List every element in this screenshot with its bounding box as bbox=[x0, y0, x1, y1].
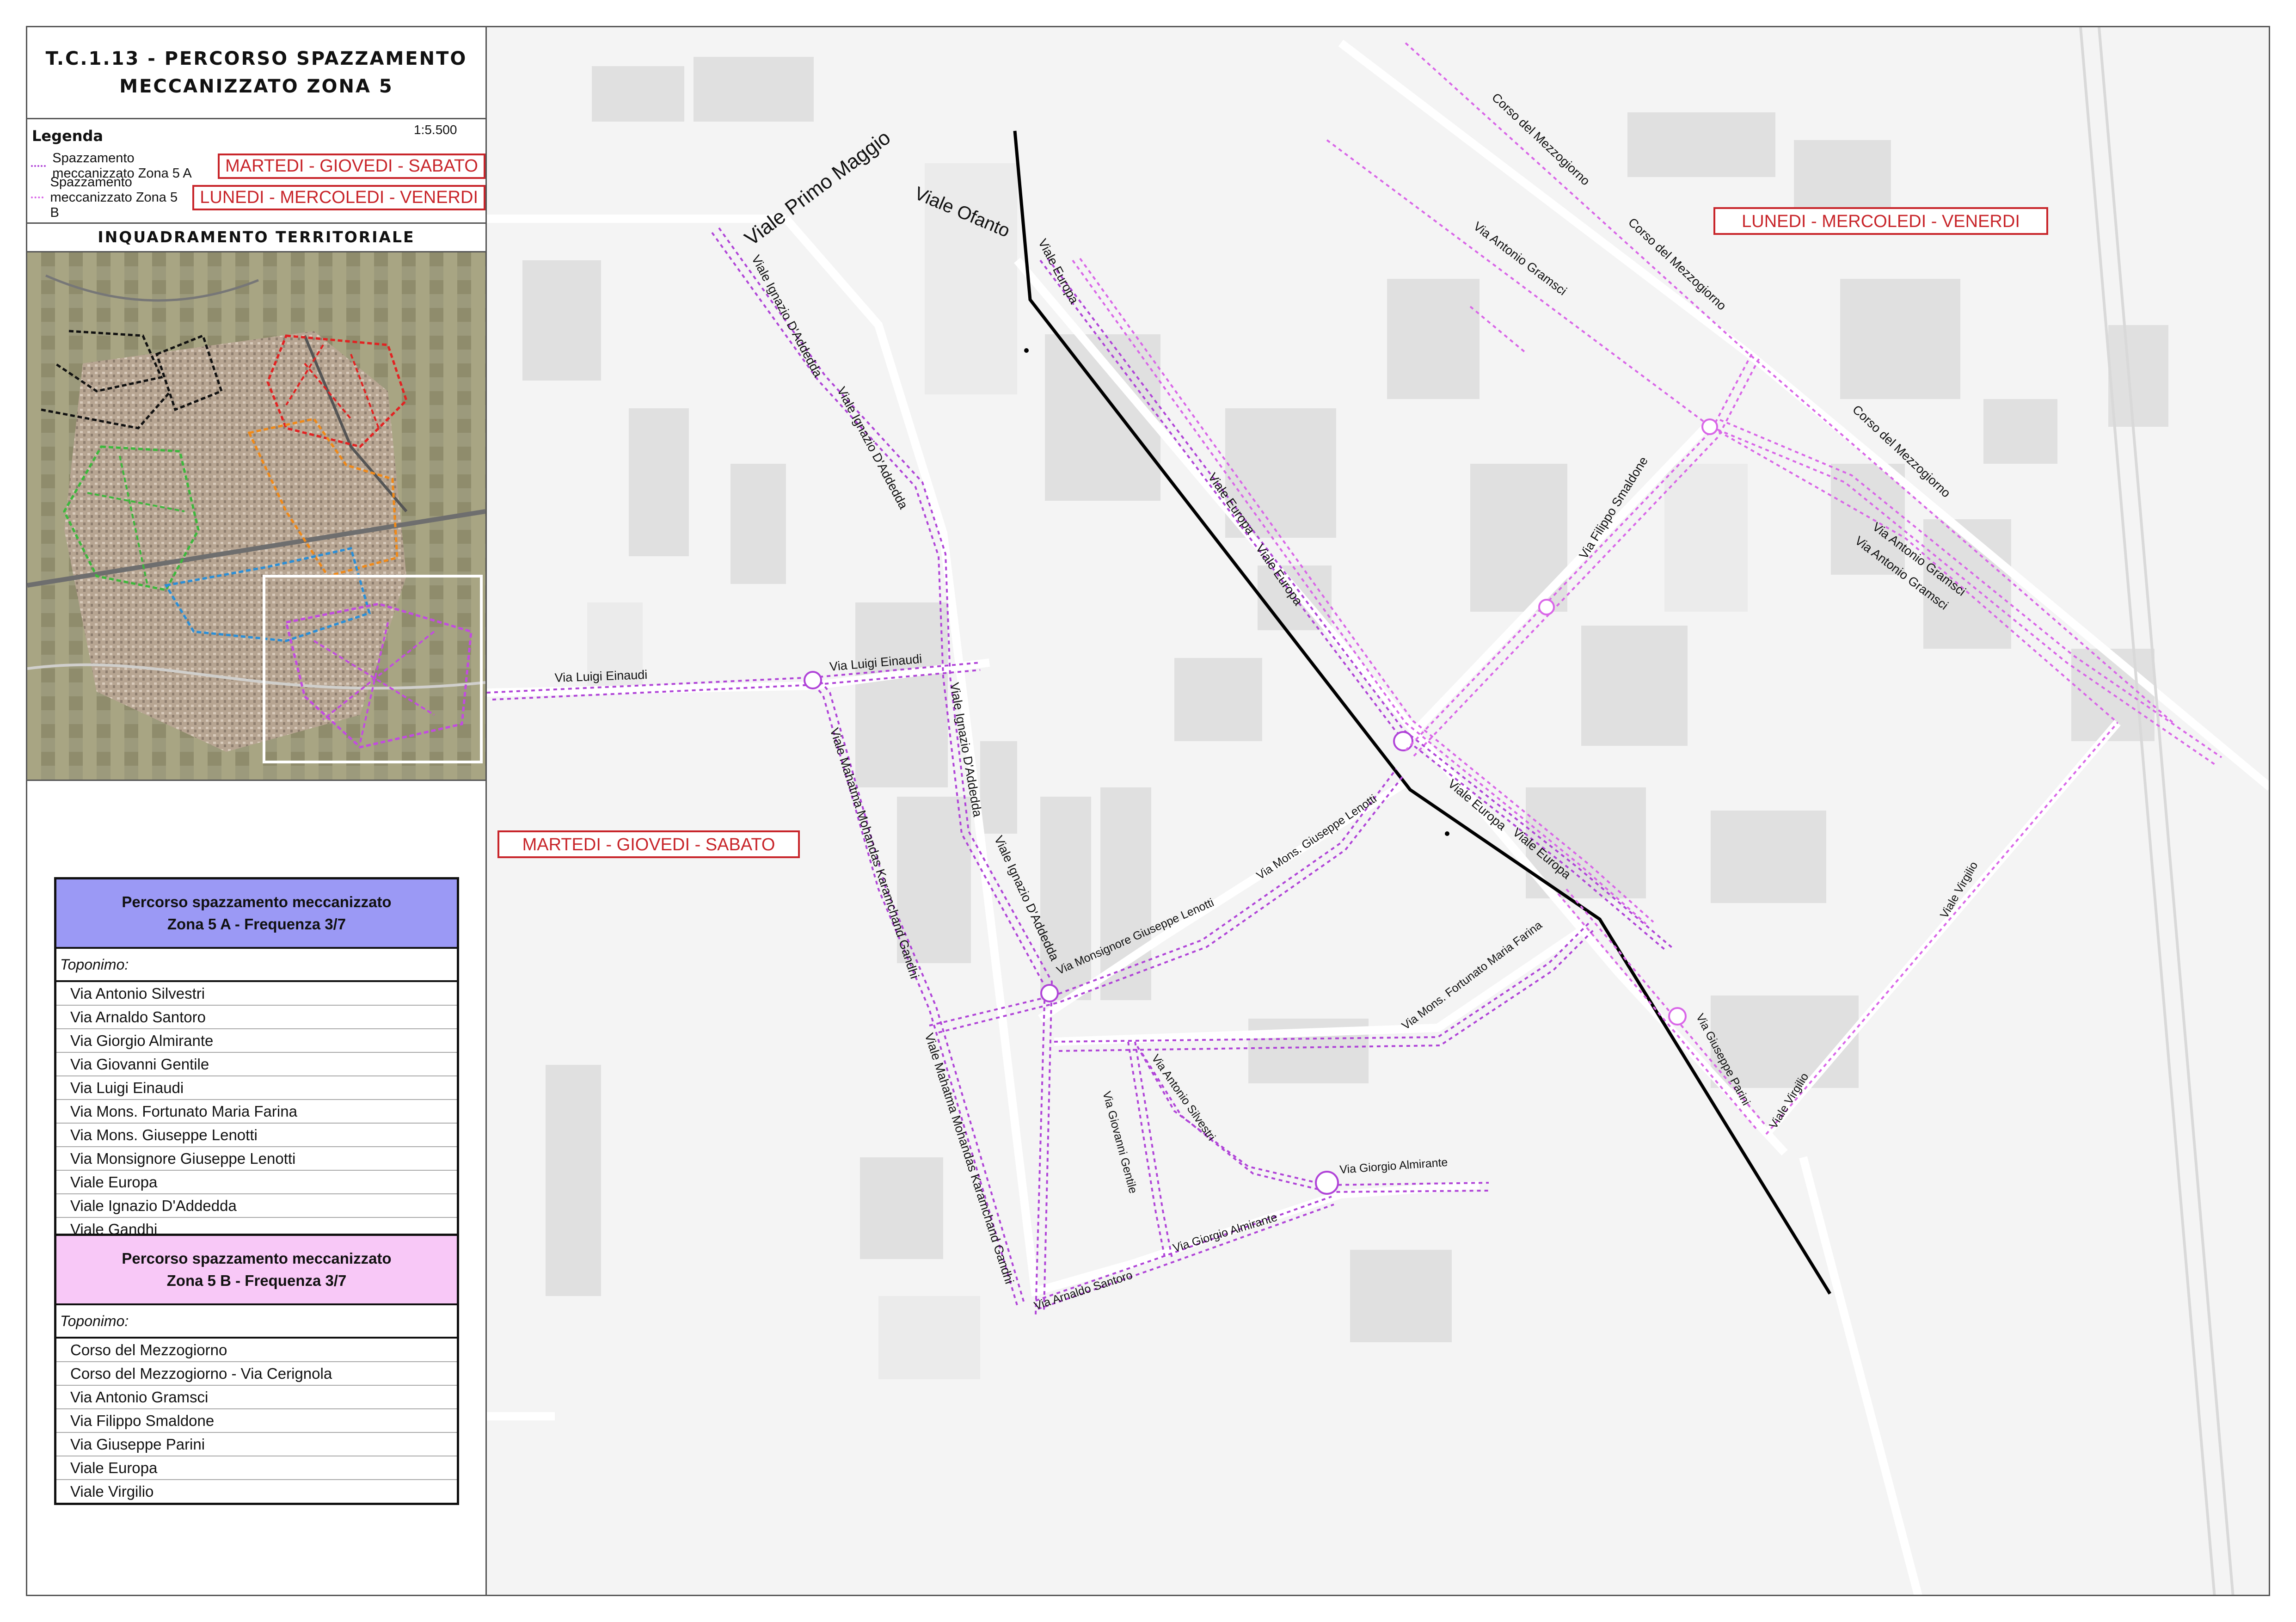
table-row: Viale Europa bbox=[56, 1456, 457, 1480]
table-row: Via Mons. Fortunato Maria Farina bbox=[56, 1100, 457, 1124]
route-table-zone-b-header: Percorso spazzamento meccanizzato Zona 5… bbox=[56, 1236, 457, 1305]
label-corso-mezzogiorno-1: Corso del Mezzogiorno bbox=[1489, 90, 1593, 188]
table-row: Via Luigi Einaudi bbox=[56, 1076, 457, 1100]
table-row: Via Giovanni Gentile bbox=[56, 1053, 457, 1076]
inquadramento-title: INQUADRAMENTO TERRITORIALE bbox=[27, 222, 485, 252]
label-via-silvestri: Via Antonio Silvestri bbox=[1149, 1052, 1218, 1143]
route-table-zone-b-heading1: Percorso spazzamento meccanizzato bbox=[122, 1250, 392, 1267]
label-via-almirante-2: Via Giorgio Almirante bbox=[1172, 1210, 1279, 1254]
building-blocks bbox=[522, 57, 2168, 1342]
legend-days-zone-a: MARTEDI - GIOVEDI - SABATO bbox=[218, 153, 485, 179]
zone-a-days-label: MARTEDI - GIOVEDI - SABATO bbox=[522, 835, 775, 854]
table-row: Via Monsignore Giuseppe Lenotti bbox=[56, 1147, 457, 1171]
legend-box: Legenda 1:5.500 Spazzamento meccanizzato… bbox=[27, 118, 485, 224]
boundary-marker bbox=[1445, 831, 1449, 836]
table-row: Via Giuseppe Parini bbox=[56, 1433, 457, 1456]
title-block: T.C.1.13 - PERCORSO SPAZZAMENTO MECCANIZ… bbox=[27, 27, 485, 119]
route-table-zone-b-heading2: Zona 5 B - Frequenza 3/7 bbox=[166, 1272, 347, 1289]
table-row: Via Giorgio Almirante bbox=[56, 1029, 457, 1053]
legend-item-zone-a: Spazzamento meccanizzato Zona 5 A MARTED… bbox=[31, 151, 485, 181]
table-row: Viale Virgilio bbox=[70, 1482, 154, 1500]
label-viale-primo-maggio: Viale Primo Maggio bbox=[741, 126, 895, 250]
route-table-zone-a-heading1: Percorso spazzamento meccanizzato bbox=[122, 893, 392, 910]
zone-b-line-swatch bbox=[31, 197, 44, 198]
zone-b-days-label: LUNEDI - MERCOLEDI - VENERDI bbox=[1742, 212, 2020, 231]
route-map-canvas[interactable]: Viale Primo Maggio Viale Ofanto Viale Ig… bbox=[487, 27, 2270, 1596]
route-map[interactable]: Viale Primo Maggio Viale Ofanto Viale Ig… bbox=[487, 26, 2270, 1596]
label-via-gentile: Via Giovanni Gentile bbox=[1100, 1090, 1140, 1195]
label-viale-ignazio-1: Viale Ignazio D'Addedda bbox=[749, 253, 825, 380]
overview-aerial-map bbox=[27, 252, 485, 781]
overview-map-graphic bbox=[27, 252, 485, 780]
table-row: Corso del Mezzogiorno - Via Cerignola bbox=[56, 1362, 457, 1386]
table-row: Viale Europa bbox=[56, 1171, 457, 1194]
label-via-gramsci-1: Via Antonio Gramsci bbox=[1471, 219, 1569, 298]
legend-days-zone-b: LUNEDI - MERCOLEDI - VENERDI bbox=[192, 184, 485, 210]
zone-a-line-swatch bbox=[31, 165, 46, 167]
railway-line bbox=[2079, 27, 2216, 1595]
table-row: Via Antonio Gramsci bbox=[56, 1386, 457, 1409]
table-row: Via Antonio Silvestri bbox=[56, 982, 457, 1006]
route-table-zone-a-header: Percorso spazzamento meccanizzato Zona 5… bbox=[56, 879, 457, 949]
table-row: Via Arnaldo Santoro bbox=[56, 1006, 457, 1029]
legend-label-zone-b: Spazzamento meccanizzato Zona 5 B bbox=[50, 174, 178, 220]
table-row: Corso del Mezzogiorno bbox=[56, 1339, 457, 1362]
route-table-zone-a-heading2: Zona 5 A - Frequenza 3/7 bbox=[167, 915, 346, 933]
toponimo-label-b: Toponimo: bbox=[56, 1305, 457, 1339]
table-row: Via Mons. Giuseppe Lenotti bbox=[56, 1124, 457, 1147]
map-title-line2: MECCANIZZATO ZONA 5 bbox=[119, 76, 393, 97]
label-via-almirante-1: Via Giorgio Almirante bbox=[1339, 1156, 1448, 1176]
boundary-marker bbox=[1024, 348, 1029, 353]
route-table-zone-a: Percorso spazzamento meccanizzato Zona 5… bbox=[54, 877, 459, 1243]
map-title-line1: T.C.1.13 - PERCORSO SPAZZAMENTO bbox=[45, 48, 467, 69]
table-row: Via Filippo Smaldone bbox=[56, 1409, 457, 1433]
table-row: Viale Ignazio D'Addedda bbox=[56, 1194, 457, 1218]
label-via-mons-lenotti: Via Mons. Giuseppe Lenotti bbox=[1254, 792, 1379, 882]
zone-b-routes bbox=[1072, 42, 2222, 1135]
legend-title: Legenda bbox=[32, 127, 103, 145]
route-table-zone-b: Percorso spazzamento meccanizzato Zona 5… bbox=[54, 1234, 459, 1505]
legend-panel: T.C.1.13 - PERCORSO SPAZZAMENTO MECCANIZ… bbox=[26, 26, 487, 1596]
toponimo-label-a: Toponimo: bbox=[56, 949, 457, 982]
green-areas bbox=[587, 163, 1748, 1379]
legend-item-zone-b: Spazzamento meccanizzato Zona 5 B LUNEDI… bbox=[31, 175, 485, 220]
scale-label: 1:5.500 bbox=[414, 123, 457, 137]
